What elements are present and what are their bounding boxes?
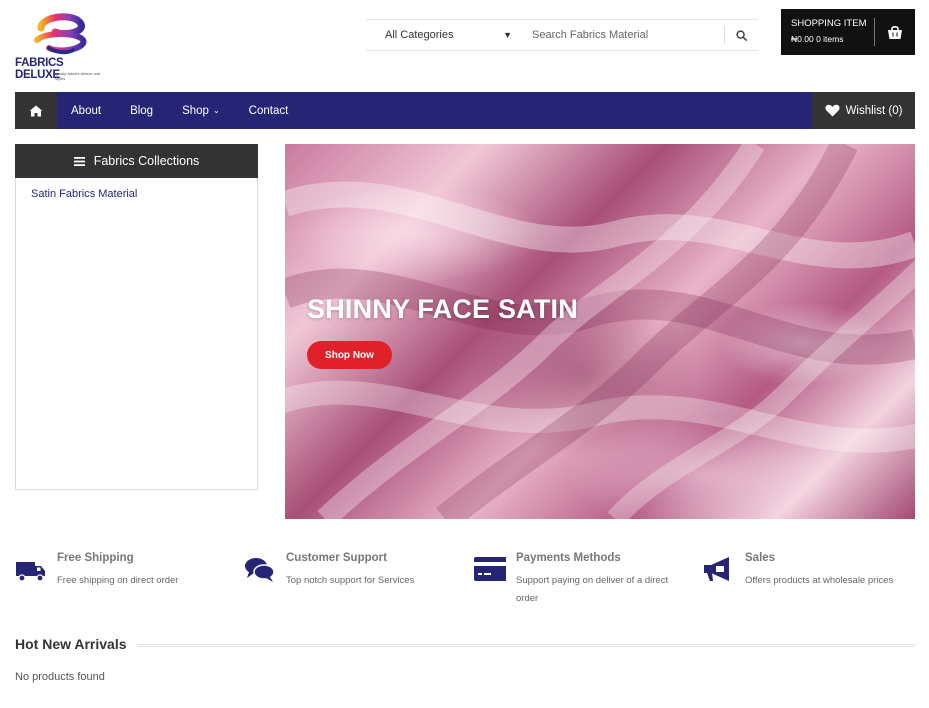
sidebar-heading-label: Fabrics Collections [93,154,200,168]
heart-icon [825,104,840,117]
feature-sales: Sales Offers products at wholesale price… [703,550,918,610]
nav-item-about[interactable]: About [57,92,116,129]
credit-card-icon [474,557,506,581]
megaphone-icon [704,557,729,581]
section-title-hot-new-arrivals: Hot New Arrivals [15,636,127,652]
category-sidebar: Fabrics Collections Satin Fabrics Materi… [15,144,258,490]
main-nav: About Blog Shop ⌄ Contact Wishlist (0) [15,92,915,129]
feature-title: Free Shipping [57,552,134,564]
shopping-bag-icon [888,25,902,39]
empty-products-message: No products found [15,671,105,683]
category-select[interactable]: All Categories ▼ [366,20,522,50]
cart-item-count: 0 items [816,34,844,44]
search-button[interactable] [724,26,758,44]
logo-swirl-icon [34,13,87,55]
feature-description: Top notch support for Services [286,575,415,586]
feature-description: Support paying on deliver of a direct or… [516,575,669,604]
nav-item-label: Contact [248,104,289,117]
feature-customer-support: Customer Support Top notch support for S… [244,550,459,610]
nav-item-shop[interactable]: Shop ⌄ [168,92,235,129]
sidebar-heading[interactable]: Fabrics Collections [15,144,258,178]
nav-item-contact[interactable]: Contact [235,92,304,129]
wishlist-label: Wishlist (0) [845,104,903,117]
search-bar: All Categories ▼ [366,19,758,51]
nav-item-label: Shop [182,104,209,117]
satin-fabric-image [285,144,915,519]
chevron-down-icon: ⌄ [212,106,220,115]
cart-total-line: ₦0.00 0 items [791,32,874,46]
section-divider [138,644,915,647]
nav-item-label: Blog [130,104,154,117]
nav-home[interactable] [15,92,57,129]
feature-title: Customer Support [286,552,387,564]
feature-payment-methods: Payments Methods Support paying on deliv… [474,550,689,610]
feature-free-shipping: Free Shipping Free shipping on direct or… [15,550,230,610]
feature-title: Payments Methods [516,552,621,564]
feature-title: Sales [745,552,776,564]
logo-tagline: quality fabrics deluxe and styles [55,71,101,81]
search-input[interactable] [522,20,724,50]
cart-icon-wrap [875,25,915,40]
category-select-value: All Categories [385,29,454,41]
caret-down-icon: ▼ [503,30,512,40]
search-icon [736,29,747,41]
feature-description: Free shipping on direct order [57,575,179,586]
wishlist-button[interactable]: Wishlist (0) [812,92,915,129]
home-icon [29,105,43,116]
cart-summary: SHOPPING ITEM ₦0.00 0 items [781,18,875,46]
shop-now-button[interactable]: Shop Now [307,341,392,369]
cart-title: SHOPPING ITEM [791,18,867,29]
sidebar-item-satin-fabrics[interactable]: Satin Fabrics Material [16,178,257,200]
feature-description: Offers products at wholesale prices [745,575,894,586]
chat-icon [245,558,275,582]
truck-icon [16,562,45,582]
nav-item-label: About [71,104,102,117]
hero-title: SHINNY FACE SATIN [307,294,578,324]
nav-item-blog[interactable]: Blog [116,92,168,129]
menu-icon [73,156,85,166]
hero-banner: SHINNY FACE SATIN Shop Now [285,144,915,519]
shopping-cart[interactable]: SHOPPING ITEM ₦0.00 0 items [781,9,915,55]
site-logo[interactable]: FABRICS DELUXE quality fabrics deluxe an… [15,10,111,81]
cart-total: ₦0.00 [791,34,814,44]
